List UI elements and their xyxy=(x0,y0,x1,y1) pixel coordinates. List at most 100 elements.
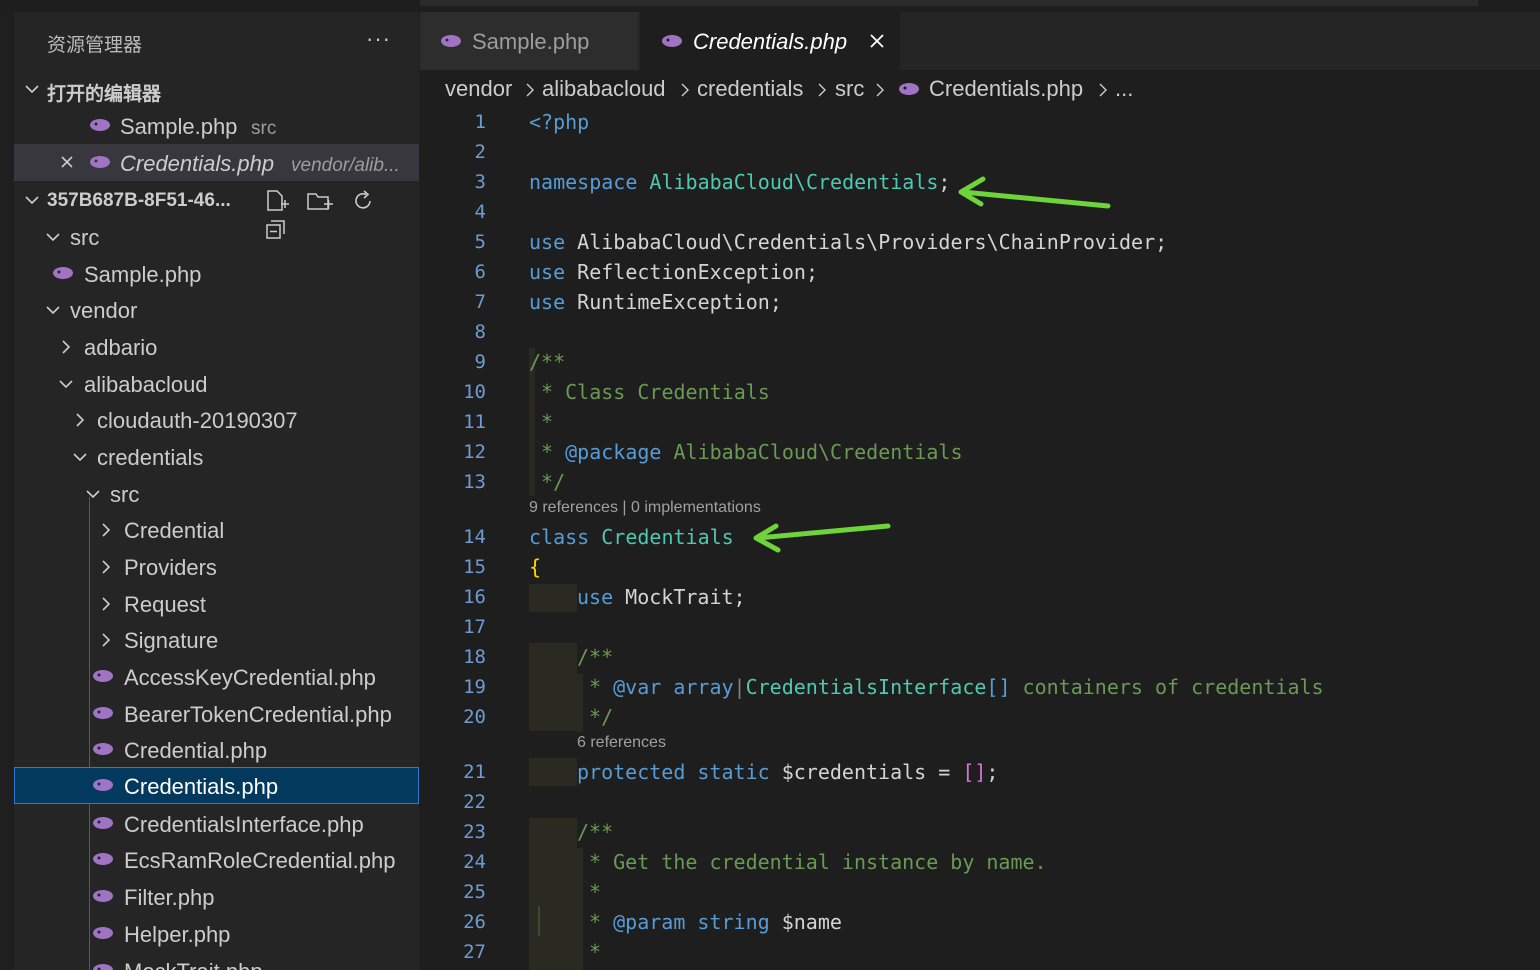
punct: [] xyxy=(962,760,987,784)
more-actions-icon[interactable]: ··· xyxy=(366,26,391,52)
close-icon[interactable] xyxy=(869,33,885,49)
line-number: 12 xyxy=(463,441,486,463)
breadcrumb-item[interactable]: src xyxy=(835,76,864,102)
code-editor[interactable]: 1 2 3 4 5 6 7 8 9 10 11 12 13 14 15 16 1… xyxy=(420,108,1540,970)
top-scrollbar[interactable] xyxy=(420,0,1478,6)
tree-item-label: Credentials.php xyxy=(124,774,279,799)
code-line-use: use ReflectionException; xyxy=(529,260,818,284)
tree-file[interactable]: BearerTokenCredential.php xyxy=(14,695,419,732)
tree-item-label: Credential.php xyxy=(124,738,268,763)
tree-folder-request[interactable]: Request xyxy=(14,585,419,622)
tree-item-label: src xyxy=(110,482,140,507)
close-icon[interactable] xyxy=(60,155,74,169)
tree-item-label: Sample.php xyxy=(84,262,202,287)
tree-file[interactable]: MockTrait.php xyxy=(14,952,419,970)
tree-folder-credentials[interactable]: credentials xyxy=(14,438,419,475)
tree-file-selected[interactable]: Credentials.php xyxy=(14,767,419,804)
open-editors-section[interactable]: 打开的编辑器 xyxy=(14,70,419,107)
breadcrumb-item[interactable]: vendor xyxy=(445,76,512,102)
punct: ; xyxy=(938,170,951,194)
php-file-icon xyxy=(90,119,110,131)
php-file-icon xyxy=(899,83,919,95)
tree-file[interactable]: AccessKeyCredential.php xyxy=(14,658,419,695)
breadcrumb-item[interactable]: credentials xyxy=(697,76,803,102)
new-folder-icon[interactable] xyxy=(306,189,334,213)
line-number: 3 xyxy=(474,171,486,193)
tree-file[interactable]: Credential.php xyxy=(14,731,419,768)
chevron-right-icon xyxy=(62,340,71,354)
tree-item-label: EcsRamRoleCredential.php xyxy=(124,848,396,873)
comment-text: * xyxy=(529,440,566,464)
breadcrumb-item[interactable]: alibabacloud xyxy=(542,76,666,102)
tree-item-label: src xyxy=(70,225,100,250)
line-number: 8 xyxy=(474,321,486,343)
tree-folder-signature[interactable]: Signature xyxy=(14,621,419,658)
chevron-down-icon xyxy=(73,453,87,462)
chevron-right-icon xyxy=(526,83,534,97)
tree-item-label: alibabacloud xyxy=(84,372,208,397)
line-number: 11 xyxy=(463,411,486,433)
namespace-name: AlibabaCloud\Credentials xyxy=(649,170,939,194)
code-line-comment: * @package AlibabaCloud\Credentials xyxy=(529,440,962,464)
tree-folder-vendor[interactable]: vendor xyxy=(14,291,419,328)
tree-folder-alibabacloud[interactable]: alibabacloud xyxy=(14,365,419,402)
tree-folder-credential[interactable]: Credential xyxy=(14,511,419,548)
tree-folder-cloudauth[interactable]: cloudauth-20190307 xyxy=(14,401,419,438)
tree-folder-src-inner[interactable]: src xyxy=(14,475,419,512)
tree-folder-src[interactable]: src xyxy=(14,218,419,255)
line-number: 19 xyxy=(463,676,486,698)
tree-item-label: Providers xyxy=(124,555,217,580)
chevron-right-icon xyxy=(102,633,111,647)
code-line-use-trait: use MockTrait; xyxy=(577,585,746,609)
codelens-references[interactable]: 6 references xyxy=(577,734,666,752)
keyword: use xyxy=(529,290,566,314)
explorer-sidebar: 资源管理器 ··· 打开的编辑器 Sample.php src Credenti… xyxy=(14,12,419,970)
tree-file[interactable]: EcsRamRoleCredential.php xyxy=(14,841,419,878)
code-text: AlibabaCloud\Credentials\Providers\Chain… xyxy=(577,230,1168,254)
code-line-comment: * @var array|CredentialsInterface[] cont… xyxy=(577,675,1324,699)
php-file-icon xyxy=(93,927,113,939)
php-file-icon xyxy=(662,35,682,47)
tree-file[interactable]: Helper.php xyxy=(14,915,419,952)
tree-file-sample-php[interactable]: Sample.php xyxy=(14,255,419,292)
php-file-icon xyxy=(90,156,110,168)
tree-file[interactable]: Filter.php xyxy=(14,878,419,915)
line-number: 13 xyxy=(463,471,486,493)
code-line-php-tag: <?php xyxy=(529,110,590,134)
code-line-comment: */ xyxy=(577,705,614,729)
line-number: 27 xyxy=(463,941,486,963)
tab-credentials-php[interactable]: Credentials.php xyxy=(640,12,900,70)
breadcrumb-item[interactable]: ... xyxy=(1115,76,1133,102)
open-editor-item[interactable]: Sample.php src xyxy=(14,107,419,144)
refresh-icon[interactable] xyxy=(351,189,375,213)
chevron-down-icon xyxy=(25,196,39,205)
breadcrumb-item[interactable]: Credentials.php xyxy=(929,76,1083,102)
codelens-references[interactable]: 9 references | 0 implementations xyxy=(529,499,761,517)
chevron-down-icon xyxy=(25,85,39,94)
comment-text: AlibabaCloud\Credentials xyxy=(661,440,963,464)
tree-folder-adbario[interactable]: adbario xyxy=(14,328,419,365)
explorer-title: 资源管理器 xyxy=(47,35,143,56)
annotation-arrow xyxy=(753,523,891,553)
new-file-icon[interactable] xyxy=(264,189,290,213)
php-file-icon xyxy=(93,779,113,791)
tree-folder-providers[interactable]: Providers xyxy=(14,548,419,585)
chevron-right-icon xyxy=(76,413,85,427)
open-editor-name: Sample.php xyxy=(120,114,238,139)
tree-file[interactable]: CredentialsInterface.php xyxy=(14,805,419,842)
open-editors-label: 打开的编辑器 xyxy=(47,84,162,105)
php-file-icon xyxy=(93,743,113,755)
open-editor-item-active[interactable]: Credentials.php vendor/alib... xyxy=(14,144,419,181)
tree-item-label: adbario xyxy=(84,335,158,360)
code-line-comment: * xyxy=(577,940,602,964)
tree-item-label: CredentialsInterface.php xyxy=(124,812,364,837)
chevron-down-icon xyxy=(46,233,60,242)
doc-tag: @param xyxy=(613,910,686,934)
code-text: MockTrait; xyxy=(625,585,746,609)
workspace-section[interactable]: 357B687B-8F51-46... xyxy=(14,181,419,239)
tree-item-label: vendor xyxy=(70,298,138,323)
line-number: 16 xyxy=(463,586,486,608)
line-number: 18 xyxy=(463,646,486,668)
code-line-namespace: namespace AlibabaCloud\Credentials; xyxy=(529,170,950,194)
tab-sample-php[interactable]: Sample.php xyxy=(420,12,638,70)
